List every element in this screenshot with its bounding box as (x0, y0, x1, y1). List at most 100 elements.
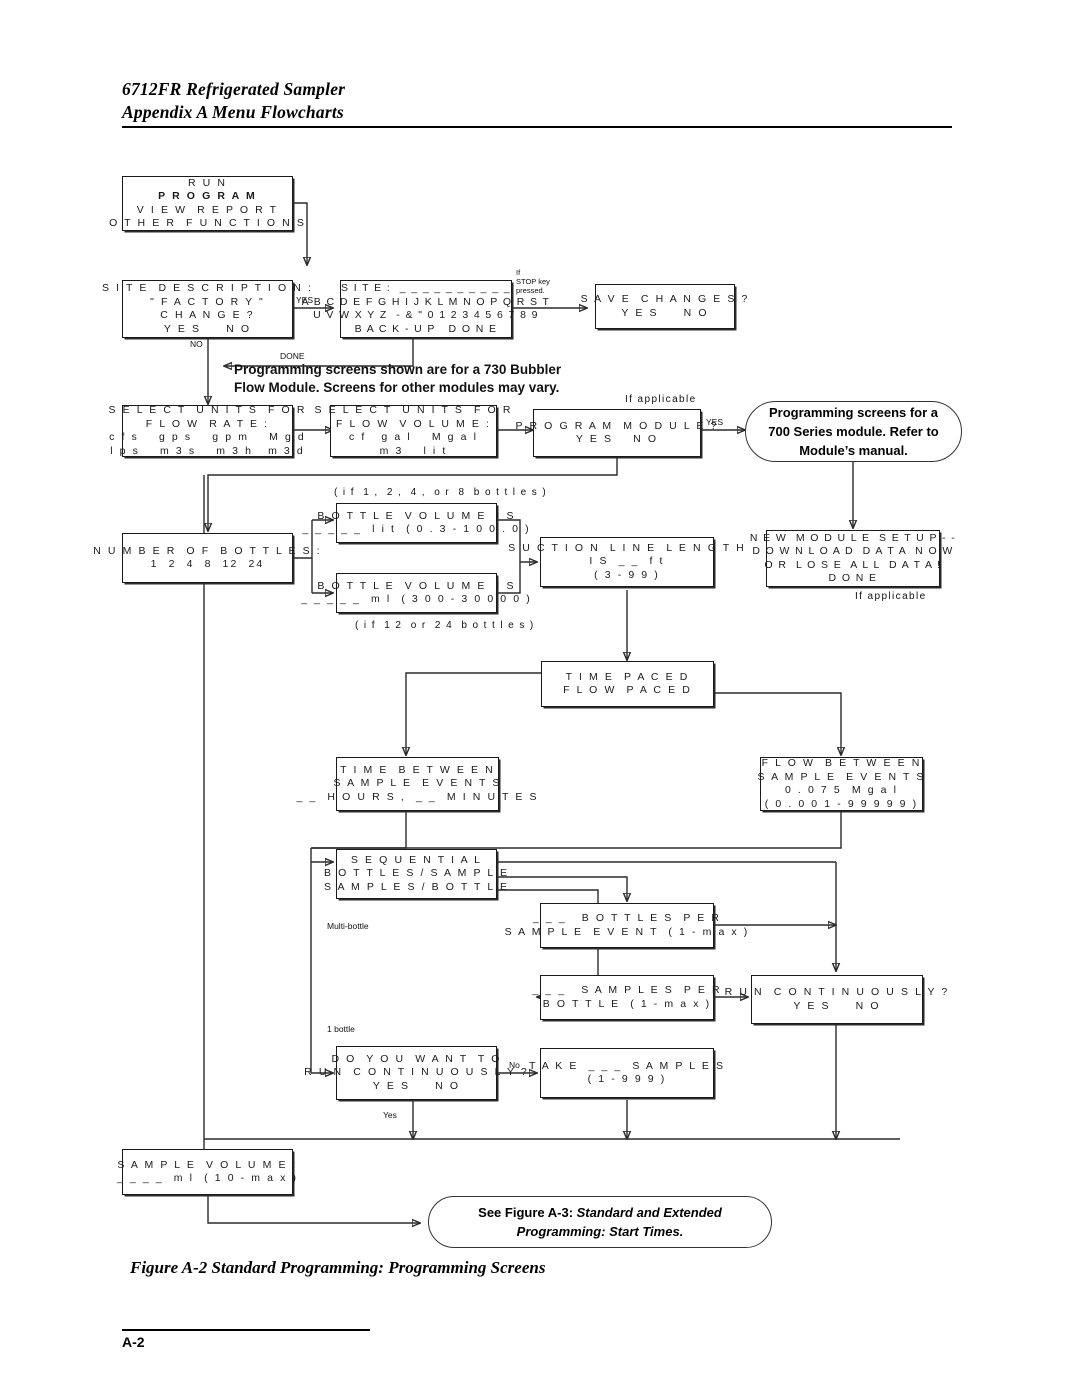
line: S E L E C T U N I T S F O R (314, 404, 513, 416)
line: S A M P L E E V E N T S (757, 770, 926, 783)
line: ( 1 - 9 9 9 ) (587, 1073, 667, 1085)
line: _ _ _ S A M P L E S P E R (532, 984, 722, 996)
screen-program-module[interactable]: P R O G R A M M O D U L E ? Y E S N O (516, 409, 716, 457)
line: _ _ _ B O T T L E S P E R (532, 912, 722, 924)
line: B O T T L E V O L U M E I S (317, 579, 516, 592)
line: F L O W R A T E : (145, 417, 270, 430)
see-figure-prefix: See Figure A-3: (478, 1205, 577, 1220)
line: O T H E R F U N C T I O N S (109, 217, 306, 229)
screen-samples-per-bottle[interactable]: _ _ _ S A M P L E S P E R B O T T L E ( … (532, 975, 720, 1020)
line: _ _ _ _ _ m l ( 3 0 0 - 3 0 0 0 0 ) (301, 593, 532, 605)
screen-bottles-per-sample-event[interactable]: _ _ _ B O T T L E S P E R S A M P L E E … (505, 903, 747, 948)
footer-rule (122, 1329, 370, 1331)
line: Y E S N O (793, 999, 881, 1012)
screen-main-menu[interactable]: R U N P R O G R A M V I E W R E P O R T … (109, 176, 304, 231)
line: T A K E _ _ _ S A M P L E S (528, 1059, 726, 1072)
line: B O T T L E V O L U M E I S (317, 509, 516, 522)
screen-select-units-flow-rate[interactable]: S E L E C T U N I T S F O R F L O W R A … (108, 404, 304, 457)
line: m 3 l i t (379, 444, 448, 457)
line: D O W N L O A D D A T A N O W (752, 545, 954, 557)
screen-suction-line-length[interactable]: S U C T I O N L I N E L E N G T H I S _ … (508, 537, 744, 587)
line: T I M E P A C E D (565, 670, 690, 683)
screen-take-samples[interactable]: T A K E _ _ _ S A M P L E S ( 1 - 9 9 9 … (529, 1048, 723, 1098)
line: Y E S N O (163, 322, 252, 335)
screen-run-continuously[interactable]: R U N C O N T I N U O U S L Y ? Y E S N … (725, 975, 947, 1024)
line: c f g a l M g a l (348, 431, 479, 443)
screen-number-of-bottles[interactable]: N U M B E R O F B O T T L E S : 1 2 4 8 … (93, 533, 320, 583)
line: R U N C O N T I N U O U S L Y ? (724, 986, 950, 998)
label-one-bottle: 1 bottle (327, 1024, 355, 1034)
line: V I E W R E P O R T (136, 203, 279, 216)
screen-do-you-want-run-continuously[interactable]: D O Y O U W A N T T O R U N C O N T I N … (304, 1046, 527, 1100)
note-if-applicable-top: If applicable (625, 394, 697, 405)
callout-line: Programming: Start Times. (517, 1222, 684, 1241)
line: A B C D E F G H I J K L M N O P Q R S T (301, 295, 551, 308)
screen-pacing-mode[interactable]: T I M E P A C E D F L O W P A C E D (541, 661, 714, 707)
screen-site-description[interactable]: S I T E D E S C R I P T I O N : " F A C … (102, 280, 311, 338)
screen-select-units-flow-volume[interactable]: S E L E C T U N I T S F O R F L O W V O … (314, 404, 510, 457)
manual-page: 6712FR Refrigerated Sampler Appendix A M… (0, 0, 1080, 1397)
note-bubbler-line2: Flow Module. Screens for other modules m… (234, 380, 560, 395)
line: R U N (187, 176, 228, 189)
line: D O Y O U W A N T T O (331, 1052, 502, 1065)
line: S A M P L E V O L U M E : (117, 1158, 298, 1171)
figure-caption: Figure A-2 Standard Programming: Program… (130, 1258, 546, 1277)
page-header: 6712FR Refrigerated Sampler Appendix A M… (122, 78, 952, 128)
screen-sequential-mode[interactable]: S E Q U E N T I A L B O T T L E S / S A … (324, 849, 507, 899)
line: B A C K - U P D O N E (354, 322, 498, 335)
line: S I T E D E S C R I P T I O N : (102, 282, 313, 294)
label-done-site: DONE (280, 351, 305, 361)
screen-bottle-volume-liters[interactable]: B O T T L E V O L U M E I S _ _ _ _ _ l … (302, 503, 529, 543)
screen-new-module-setup[interactable]: N E W M O D U L E S E T U P - - D O W N … (750, 530, 955, 587)
line: S A M P L E E V E N T S (333, 777, 502, 790)
line: U V W X Y Z - & " 0 1 2 3 4 5 6 7 8 9 (313, 309, 539, 321)
line: C H A N G E ? (160, 309, 255, 321)
line: R U N C O N T I N U O U S L Y ? (304, 1066, 529, 1079)
line: Y E S N O (372, 1079, 461, 1092)
screen-time-between-sample-events[interactable]: T I M E B E T W E E N S A M P L E E V E … (296, 757, 536, 811)
line: ( 3 - 9 9 ) (594, 568, 660, 581)
page-number: A-2 (122, 1334, 145, 1350)
line: S A V E C H A N G E S ? (580, 293, 750, 305)
line: S E Q U E N T I A L (350, 853, 483, 866)
note-bubbler-line1: Programming screens shown are for a 730 … (234, 362, 562, 377)
line: N U M B E R O F B O T T L E S : (93, 544, 322, 557)
screen-bottle-volume-ml[interactable]: B O T T L E V O L U M E I S _ _ _ _ _ m … (301, 573, 530, 613)
line: S A M P L E S / B O T T L E (323, 880, 510, 893)
label-yes-program-module: YES (706, 417, 724, 427)
header-title-line1: 6712FR Refrigerated Sampler (122, 79, 346, 99)
line: 1 2 4 8 12 24 (150, 558, 265, 570)
header-rule (122, 126, 952, 128)
line: _ _ _ _ m l ( 1 0 - m a x ) (116, 1172, 299, 1184)
callout-see-figure-a3[interactable]: See Figure A-3: Standard and Extended Pr… (428, 1196, 772, 1248)
screen-sample-volume[interactable]: S A M P L E V O L U M E : _ _ _ _ m l ( … (117, 1149, 296, 1195)
callout-700-series-module: Programming screens for a 700 Series mod… (745, 401, 962, 462)
callout-line: Programming screens for a (768, 405, 939, 420)
label-yes-site: YES (296, 295, 314, 305)
line: " F A C T O R Y " (150, 295, 265, 308)
line: S E L E C T U N I T S F O R (108, 404, 307, 416)
line: _ _ H O U R S , _ _ M I N U T E S (296, 790, 539, 803)
note-if-1-2-4-8-bottles: ( i f 1 , 2 , 4 , o r 8 b o t t l e s ) (334, 487, 548, 498)
label-yes-run-continuously: Yes (383, 1110, 397, 1120)
screen-flow-between-sample-events[interactable]: F L O W B E T W E E N S A M P L E E V E … (757, 757, 926, 811)
line: D O N E (828, 572, 878, 584)
see-figure-em1: Standard and Extended (576, 1205, 722, 1220)
label-multi-bottle: Multi-bottle (327, 921, 369, 931)
label-no-take-samples: No (509, 1060, 520, 1070)
line: _ _ _ _ _ l i t ( 0 . 3 - 1 0 0 . 0 ) (302, 523, 531, 535)
line: B O T T L E ( 1 - m a x ) (542, 997, 712, 1010)
line: Y E S N O (621, 306, 709, 319)
line: F L O W B E T W E E N (761, 757, 922, 769)
line: F L O W V O L U M E : (335, 417, 492, 430)
line: P R O G R A M (158, 190, 257, 202)
note-if-applicable-bottom: If applicable (855, 591, 927, 602)
line: P R O G R A M M O D U L E ? (515, 419, 719, 432)
line: 0 . 0 7 5 M g a l (784, 784, 899, 796)
note-if-12-24-bottles: ( i f 1 2 o r 2 4 b o t t l e s ) (355, 620, 535, 631)
line: S I T E : _ _ _ _ _ _ _ _ _ _ (340, 282, 512, 294)
line: Y E S N O (575, 433, 659, 445)
callout-line: 700 Series module. Refer to (768, 424, 939, 439)
screen-site-entry[interactable]: S I T E : _ _ _ _ _ _ _ _ _ _ A B C D E … (302, 280, 549, 338)
screen-save-changes[interactable]: S A V E C H A N G E S ? Y E S N O (581, 284, 747, 329)
